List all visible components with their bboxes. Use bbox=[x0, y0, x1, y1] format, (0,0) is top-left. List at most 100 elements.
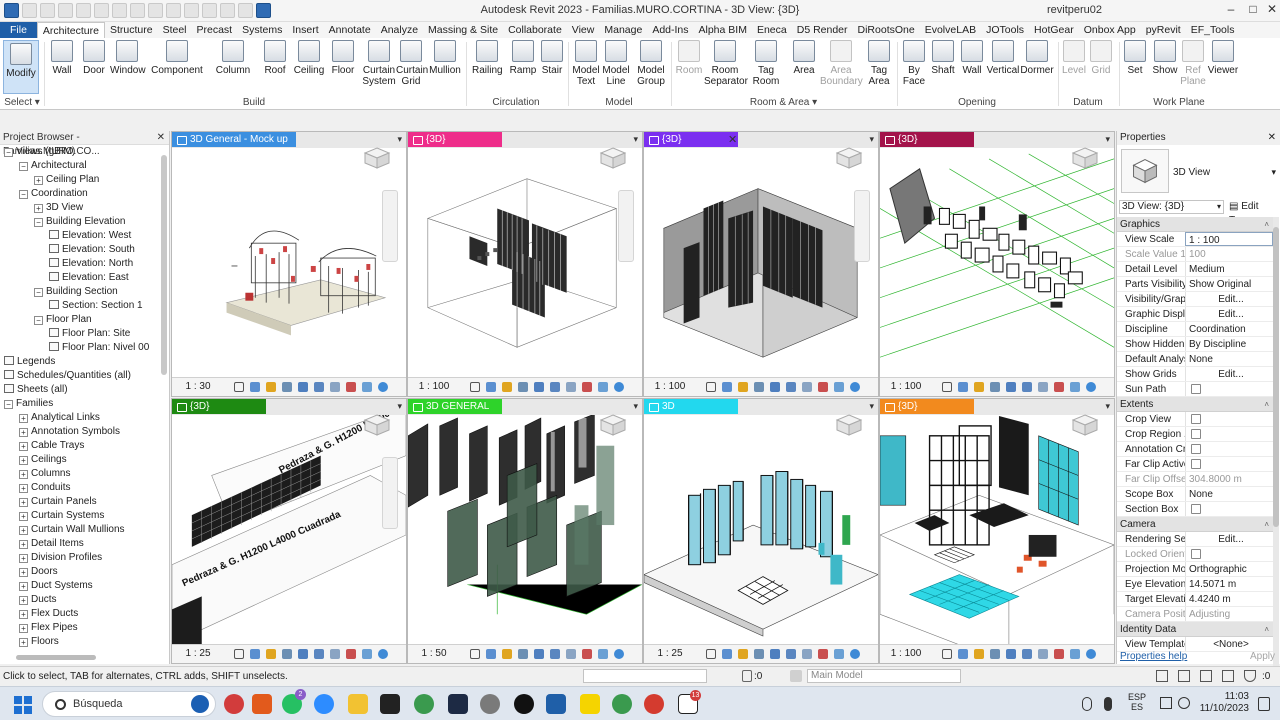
browser-node-3d-view[interactable]: +3D View bbox=[0, 201, 169, 215]
viewport-label[interactable]: {3D} bbox=[880, 132, 974, 147]
property-checkbox[interactable] bbox=[1185, 427, 1273, 441]
view-instance-selector[interactable]: 3D View: {3D} ▾ bbox=[1119, 200, 1224, 214]
crop-view-icon[interactable] bbox=[550, 382, 560, 392]
expand-icon[interactable]: + bbox=[19, 596, 28, 605]
worksharing-icon[interactable] bbox=[614, 649, 624, 659]
model-view-canvas[interactable] bbox=[644, 148, 878, 378]
collapse-icon[interactable]: − bbox=[34, 288, 43, 297]
ribbon-tab-ef-tools[interactable]: EF_Tools bbox=[1186, 22, 1240, 38]
redo-icon[interactable] bbox=[94, 3, 109, 18]
model-view-canvas[interactable] bbox=[880, 415, 1114, 645]
component-button[interactable]: Component bbox=[151, 40, 203, 76]
panel-select[interactable]: Select ▾ bbox=[4, 97, 40, 108]
viewport-label[interactable]: {3D} bbox=[408, 132, 502, 147]
revit-taskbar-icon[interactable] bbox=[546, 694, 566, 714]
ribbon-tab-architecture[interactable]: Architecture bbox=[36, 22, 105, 38]
model-view-canvas[interactable]: Pedraza & G. H1200 L4000 Cuadrada Pedraz… bbox=[172, 415, 406, 645]
type-name[interactable]: 3D View bbox=[1173, 167, 1210, 178]
modify-button[interactable]: Modify bbox=[3, 40, 39, 94]
viewport-3d-4[interactable]: {3D} ▾ Pedraza & G. H1200 L4000 Cuadrada… bbox=[171, 398, 407, 664]
file-explorer-icon[interactable] bbox=[348, 694, 368, 714]
notifications-icon[interactable] bbox=[1258, 697, 1270, 711]
close-button[interactable]: ✕ bbox=[1263, 2, 1280, 18]
viewport-3d-cyan[interactable]: 3D ▾ 1 : 25 bbox=[643, 398, 879, 664]
worksharing-icon[interactable] bbox=[1086, 382, 1096, 392]
ribbon-tab-structure[interactable]: Structure bbox=[105, 22, 158, 38]
view-cube-icon[interactable] bbox=[834, 413, 864, 437]
expand-icon[interactable]: + bbox=[19, 456, 28, 465]
collapse-icon[interactable]: − bbox=[34, 218, 43, 227]
viewport-menu-icon[interactable]: ▾ bbox=[397, 401, 402, 412]
browser-node-columns[interactable]: + Columns bbox=[0, 467, 169, 481]
sun-path-icon[interactable] bbox=[502, 649, 512, 659]
browser-node-architectural[interactable]: − Architectural bbox=[0, 159, 169, 173]
viewer-button[interactable]: Viewer bbox=[1206, 40, 1240, 76]
stair-button[interactable]: Stair bbox=[538, 40, 566, 76]
viewport-label[interactable]: {3D} bbox=[644, 132, 738, 147]
reveal-hidden-icon[interactable] bbox=[598, 649, 608, 659]
room-button[interactable]: Room bbox=[674, 40, 704, 76]
property-value[interactable]: Coordination bbox=[1185, 322, 1273, 336]
viewport-3d-1[interactable]: {3D} ▾ 1 : 100 bbox=[407, 131, 643, 397]
model-view-canvas[interactable] bbox=[172, 148, 406, 378]
expand-icon[interactable]: + bbox=[19, 414, 28, 423]
crop-view-icon[interactable] bbox=[314, 649, 324, 659]
browser-node-cable-trays[interactable]: + Cable Trays bbox=[0, 439, 169, 453]
ribbon-tab-dirootsone[interactable]: DiRootsOne bbox=[853, 22, 920, 38]
viewport-close-icon[interactable]: ✕ bbox=[728, 133, 737, 146]
properties-close-button[interactable]: ✕ bbox=[1268, 131, 1276, 145]
property-edit-button[interactable]: Edit... bbox=[1185, 532, 1273, 546]
expand-icon[interactable]: + bbox=[34, 176, 43, 185]
model-view-canvas[interactable] bbox=[408, 148, 642, 378]
detail-level-icon[interactable] bbox=[470, 382, 480, 392]
ribbon-tab-analyze[interactable]: Analyze bbox=[376, 22, 423, 38]
ribbon-tab-collaborate[interactable]: Collaborate bbox=[503, 22, 567, 38]
expand-icon[interactable]: + bbox=[19, 498, 28, 507]
project-browser-scrollbar[interactable] bbox=[161, 155, 167, 375]
show-crop-icon[interactable] bbox=[1038, 649, 1048, 659]
shadows-icon[interactable] bbox=[518, 382, 528, 392]
visual-style-icon[interactable] bbox=[250, 649, 260, 659]
browser-node-division-profiles[interactable]: + Division Profiles bbox=[0, 551, 169, 565]
show-crop-icon[interactable] bbox=[330, 649, 340, 659]
tag-room-button[interactable]: Tag Room bbox=[752, 40, 780, 87]
expand-icon[interactable]: + bbox=[19, 442, 28, 451]
collapse-icon[interactable]: − bbox=[19, 190, 28, 199]
sun-path-icon[interactable] bbox=[502, 382, 512, 392]
properties-help-link[interactable]: Properties help bbox=[1120, 651, 1187, 662]
undo-icon[interactable] bbox=[76, 3, 91, 18]
floor-button[interactable]: Floor bbox=[329, 40, 357, 76]
viewport-label[interactable]: 3D bbox=[644, 399, 738, 414]
collapse-icon[interactable]: − bbox=[34, 316, 43, 325]
browser-node-elevation-west[interactable]: Elevation: West bbox=[0, 229, 169, 243]
viewport-menu-icon[interactable]: ▾ bbox=[869, 401, 874, 412]
collapse-icon[interactable]: − bbox=[19, 162, 28, 171]
viewport-3d-orange[interactable]: {3D} ▾ 1 : 100 bbox=[879, 398, 1115, 664]
property-value[interactable]: Orthographic bbox=[1185, 562, 1273, 576]
browser-node-ducts[interactable]: + Ducts bbox=[0, 593, 169, 607]
property-checkbox[interactable] bbox=[1185, 502, 1273, 516]
crop-view-icon[interactable] bbox=[314, 382, 324, 392]
browser-node-building-section[interactable]: − Building Section bbox=[0, 285, 169, 299]
shadows-icon[interactable] bbox=[990, 382, 1000, 392]
sun-path-icon[interactable] bbox=[738, 649, 748, 659]
expand-icon[interactable]: + bbox=[19, 610, 28, 619]
zoom-icon[interactable] bbox=[314, 694, 334, 714]
model-group-button[interactable]: Model Group bbox=[634, 40, 668, 87]
reveal-hidden-icon[interactable] bbox=[1070, 649, 1080, 659]
worksharing-icon[interactable] bbox=[850, 649, 860, 659]
expand-icon[interactable]: + bbox=[19, 428, 28, 437]
property-value[interactable]: 14.5071 m bbox=[1185, 577, 1273, 591]
browser-node-schedules-quantities-all[interactable]: Schedules/Quantities (all) bbox=[0, 369, 169, 383]
show-crop-icon[interactable] bbox=[330, 382, 340, 392]
temporary-hide-icon[interactable] bbox=[346, 649, 356, 659]
reveal-hidden-icon[interactable] bbox=[834, 382, 844, 392]
panel-room-area[interactable]: Room & Area ▾ bbox=[671, 97, 896, 108]
visual-style-icon[interactable] bbox=[958, 382, 968, 392]
area-button[interactable]: Area bbox=[790, 40, 818, 76]
model-view-canvas[interactable] bbox=[408, 415, 642, 645]
property-value[interactable]: Show Original bbox=[1185, 277, 1273, 291]
collapse-icon[interactable]: − bbox=[4, 400, 13, 409]
ribbon-tab-add-ins[interactable]: Add-Ins bbox=[647, 22, 693, 38]
select-pinned-icon[interactable] bbox=[1200, 670, 1212, 682]
